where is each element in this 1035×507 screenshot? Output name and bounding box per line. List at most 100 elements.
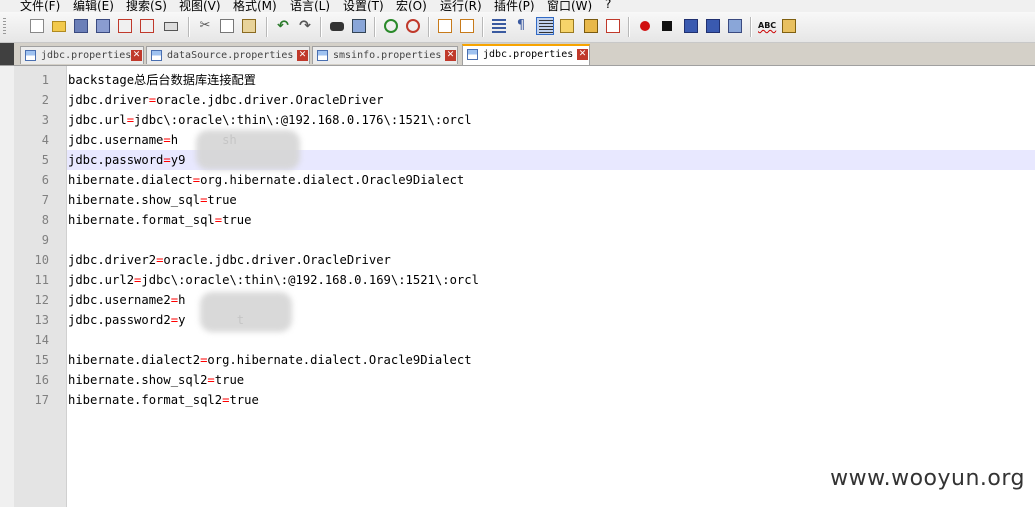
property-key: hibernate.show_sql — [68, 193, 201, 207]
save-all-icon — [96, 19, 110, 33]
code-line[interactable]: hibernate.show_sql=true — [68, 190, 237, 210]
open-file-button[interactable] — [50, 17, 68, 35]
property-key: backstage总后台数据库连接配置 — [68, 73, 256, 87]
close-file-button[interactable] — [116, 17, 134, 35]
toolbar-grip[interactable] — [3, 18, 6, 36]
close-tab-icon[interactable]: ✕ — [297, 50, 308, 61]
menu-window[interactable]: 窗口(W) — [547, 0, 592, 12]
print-button[interactable] — [162, 17, 180, 35]
menu-macro[interactable]: 宏(O) — [396, 0, 427, 12]
code-line[interactable]: hibernate.dialect2=org.hibernate.dialect… — [68, 350, 472, 370]
save-all-button[interactable] — [94, 17, 112, 35]
spell-check-icon: ABC — [758, 21, 777, 30]
toolbar-separator — [188, 17, 190, 37]
tab-datasource-properties[interactable]: dataSource.properties ✕ — [146, 46, 310, 64]
zoom-out-button[interactable] — [404, 17, 422, 35]
close-tab-icon[interactable]: ✕ — [577, 49, 588, 60]
code-line[interactable]: jdbc.url=jdbc\:oracle\:thin\:@192.168.0.… — [68, 110, 472, 130]
doc-map-button[interactable] — [582, 17, 600, 35]
find-button[interactable] — [328, 17, 346, 35]
code-line[interactable]: jdbc.url2=jdbc\:oracle\:thin\:@192.168.0… — [68, 270, 479, 290]
play-macro-button[interactable] — [682, 17, 700, 35]
code-line[interactable]: hibernate.format_sql=true — [68, 210, 251, 230]
close-all-button[interactable] — [138, 17, 156, 35]
menu-help[interactable]: ? — [605, 0, 611, 11]
redo-icon: ↷ — [299, 18, 311, 34]
line-number-gutter[interactable]: 1 2 3 4 5 6 7 8 9 10 11 12 13 14 15 16 17 — [14, 66, 67, 507]
plugin-button[interactable] — [780, 17, 798, 35]
line-number[interactable]: 15 — [35, 350, 49, 370]
function-list-button[interactable] — [604, 17, 622, 35]
undo-button[interactable]: ↶ — [274, 17, 292, 35]
line-number[interactable]: 5 — [42, 150, 49, 170]
tab-jdbc-properties-active[interactable]: jdbc.properties ✕ — [462, 44, 590, 65]
redo-button[interactable]: ↷ — [296, 17, 314, 35]
line-number[interactable]: 13 — [35, 310, 49, 330]
property-key: jdbc.url — [68, 113, 127, 127]
line-number[interactable]: 17 — [35, 390, 49, 410]
line-number[interactable]: 7 — [42, 190, 49, 210]
save-macro-button[interactable] — [726, 17, 744, 35]
paste-button[interactable] — [240, 17, 258, 35]
tab-jdbc-properties-1[interactable]: jdbc.properties ✕ — [20, 46, 144, 64]
menu-view[interactable]: 视图(V) — [179, 0, 221, 12]
tab-smsinfo-properties[interactable]: smsinfo.properties ✕ — [312, 46, 458, 64]
property-key: hibernate.format_sql — [68, 213, 215, 227]
undo-icon: ↶ — [277, 18, 289, 34]
code-line[interactable]: jdbc.password=y9 — [68, 150, 185, 170]
user-language-button[interactable] — [558, 17, 576, 35]
close-tab-icon[interactable]: ✕ — [445, 50, 456, 61]
cut-button[interactable]: ✂ — [196, 17, 214, 35]
line-number[interactable]: 16 — [35, 370, 49, 390]
sync-horizontal-button[interactable] — [458, 17, 476, 35]
spell-check-button[interactable]: ABC — [758, 17, 776, 35]
plugin-icon — [782, 19, 796, 33]
indent-guide-button[interactable] — [536, 17, 554, 35]
line-number[interactable]: 12 — [35, 290, 49, 310]
save-button[interactable] — [72, 17, 90, 35]
code-line[interactable]: jdbc.driver2=oracle.jdbc.driver.OracleDr… — [68, 250, 391, 270]
equals-operator: = — [170, 293, 179, 307]
show-all-chars-button[interactable]: ¶ — [512, 17, 530, 35]
menu-run[interactable]: 运行(R) — [440, 0, 482, 12]
line-number[interactable]: 11 — [35, 270, 49, 290]
menu-settings[interactable]: 设置(T) — [343, 0, 384, 12]
line-number[interactable]: 6 — [42, 170, 49, 190]
line-number[interactable]: 8 — [42, 210, 49, 230]
code-line[interactable]: hibernate.dialect=org.hibernate.dialect.… — [68, 170, 464, 190]
menu-plugins[interactable]: 插件(P) — [494, 0, 535, 12]
menu-file[interactable]: 文件(F) — [20, 0, 60, 12]
toolbar-separator — [374, 17, 376, 37]
line-number[interactable]: 3 — [42, 110, 49, 130]
code-line[interactable]: jdbc.driver=oracle.jdbc.driver.OracleDri… — [68, 90, 384, 110]
word-wrap-button[interactable] — [490, 17, 508, 35]
line-number[interactable]: 9 — [42, 230, 49, 250]
code-line[interactable]: jdbc.username2=h — [68, 290, 185, 310]
new-file-button[interactable] — [28, 17, 46, 35]
menu-language[interactable]: 语言(L) — [290, 0, 330, 12]
close-tab-icon[interactable]: ✕ — [131, 50, 142, 61]
line-number[interactable]: 4 — [42, 130, 49, 150]
line-number[interactable]: 1 — [42, 70, 49, 90]
editor-area[interactable]: 1 2 3 4 5 6 7 8 9 10 11 12 13 14 15 16 17 backstage总后台数据… — [0, 66, 1035, 507]
code-line[interactable]: backstage总后台数据库连接配置 — [68, 70, 256, 90]
stop-macro-button[interactable] — [658, 17, 676, 35]
sync-vertical-button[interactable] — [436, 17, 454, 35]
toolbar-separator — [266, 17, 268, 37]
record-macro-button[interactable] — [636, 17, 654, 35]
redaction-blur — [196, 130, 300, 170]
copy-button[interactable] — [218, 17, 236, 35]
menu-edit[interactable]: 编辑(E) — [73, 0, 114, 12]
code-line[interactable]: hibernate.format_sql2=true — [68, 390, 259, 410]
replace-button[interactable] — [350, 17, 368, 35]
equals-operator: = — [170, 313, 179, 327]
paste-icon — [242, 19, 256, 33]
line-number[interactable]: 14 — [35, 330, 49, 350]
code-line[interactable]: hibernate.show_sql2=true — [68, 370, 244, 390]
menu-format[interactable]: 格式(M) — [233, 0, 277, 12]
menu-search[interactable]: 搜索(S) — [126, 0, 167, 12]
run-macro-multiple-button[interactable] — [704, 17, 722, 35]
line-number[interactable]: 2 — [42, 90, 49, 110]
line-number[interactable]: 10 — [35, 250, 49, 270]
zoom-in-button[interactable] — [382, 17, 400, 35]
